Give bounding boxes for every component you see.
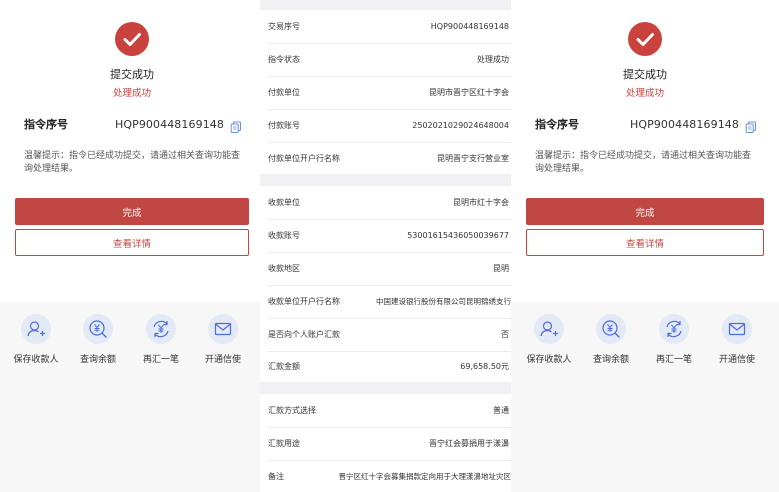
- payee-group: 收款单位 昆明市红十字会 收款账号 53001615436050039677 收款地…: [260, 186, 517, 382]
- detail-row: 付款单位 昆明市晋宁区红十字会: [260, 76, 517, 109]
- quick-actions: 保存收款人 查询余额 再汇一笔 开通信使: [511, 302, 779, 492]
- detail-row: 汇款金额 69,658.50元: [260, 351, 517, 382]
- yen-refresh-icon: [659, 314, 689, 344]
- instruction-seq-row: 指令序号 HQP900448169148: [535, 114, 757, 134]
- done-button[interactable]: 完成: [526, 198, 764, 225]
- mail-icon: [722, 314, 752, 344]
- action-label: 开通信使: [204, 355, 241, 365]
- success-card: 提交成功 处理成功 指令序号 HQP900448169148 温馨提示：指令已经…: [511, 0, 779, 302]
- row-label: 指令状态: [268, 55, 300, 64]
- row-value: 53001615436050039677: [407, 231, 509, 240]
- row-label: 收款单位: [268, 198, 300, 207]
- row-label: 付款单位开户行名称: [268, 153, 340, 163]
- success-status: 处理成功: [625, 88, 664, 99]
- yen-search-icon: [83, 314, 113, 344]
- seq-value: HQP900448169148: [629, 117, 739, 131]
- row-label: 汇款方式选择: [268, 406, 316, 415]
- row-value: 处理成功: [477, 55, 509, 64]
- row-value: 昆明: [493, 264, 509, 273]
- success-check-icon: [628, 22, 662, 56]
- row-value: 2502021029024648004: [412, 121, 509, 130]
- detail-row: 指令状态 处理成功: [260, 43, 517, 76]
- yen-search-icon: [596, 314, 626, 344]
- done-button[interactable]: 完成: [15, 198, 249, 225]
- action-label: 查询余额: [592, 355, 629, 365]
- row-value: 晋宁红会募捐用于漾濞: [429, 439, 509, 448]
- instruction-seq-row: 指令序号 HQP900448169148: [24, 114, 242, 134]
- left-success-panel: 提交成功 处理成功 指令序号 HQP900448169148 温馨提示：指令已经…: [0, 0, 264, 492]
- row-label: 付款单位: [268, 88, 300, 97]
- mail-icon: [208, 314, 238, 344]
- detail-row: 付款账号 2502021029024648004: [260, 109, 517, 142]
- action-label: 保存收款人: [526, 355, 572, 365]
- row-value: 昆明市红十字会: [453, 198, 509, 207]
- detail-row: 收款单位 昆明市红十字会: [260, 186, 517, 219]
- detail-row: 是否向个人账户汇款 否: [260, 318, 517, 351]
- row-value: 昆明晋宁支行营业室: [437, 153, 509, 163]
- action-label: 再汇一笔: [655, 355, 692, 365]
- row-value: 69,658.50元: [460, 362, 509, 371]
- yen-refresh-icon: [146, 314, 176, 344]
- detail-row: 付款单位开户行名称 昆明晋宁支行营业室: [260, 142, 517, 174]
- success-card: 提交成功 处理成功 指令序号 HQP900448169148 温馨提示：指令已经…: [0, 0, 264, 302]
- detail-row: 收款单位开户行名称 中国建设银行股份有限公司昆明锦绣支行: [260, 285, 517, 318]
- row-value: 昆明市晋宁区红十字会: [429, 88, 509, 97]
- detail-row: 交易序号 HQP900448169148: [260, 10, 517, 43]
- add-user-icon: [534, 314, 564, 344]
- view-detail-button[interactable]: 查看详情: [15, 229, 249, 256]
- row-label: 收款单位开户行名称: [268, 297, 340, 306]
- row-label: 付款账号: [268, 121, 300, 130]
- row-value: HQP900448169148: [430, 22, 509, 31]
- transfer-detail-panel: 交易序号 HQP900448169148 指令状态 处理成功 付款单位 昆明市晋宁区红…: [260, 0, 517, 492]
- remittance-group: 汇款方式选择 普通 汇款用途 晋宁红会募捐用于漾濞 备注 晋宁区红十字会募集捐款定向用…: [260, 394, 517, 492]
- success-title: 提交成功: [110, 68, 154, 81]
- row-value: 晋宁区红十字会募集捐款定向用于大理漾濞地址灾区: [338, 471, 512, 481]
- seq-label: 指令序号: [24, 118, 68, 131]
- action-enable-messenger[interactable]: 开通信使: [193, 314, 253, 365]
- payer-group: 交易序号 HQP900448169148 指令状态 处理成功 付款单位 昆明市晋宁区红…: [260, 10, 517, 174]
- action-save-payee[interactable]: 保存收款人: [6, 314, 66, 365]
- row-label: 汇款金额: [268, 362, 300, 371]
- detail-row: 备注 晋宁区红十字会募集捐款定向用于大理漾濞地址灾区: [260, 460, 517, 492]
- success-title: 提交成功: [623, 68, 667, 81]
- success-status: 处理成功: [112, 88, 151, 99]
- action-save-payee[interactable]: 保存收款人: [519, 314, 579, 365]
- tip-text: 温馨提示：指令已经成功提交，请通过相关查询功能查询处理结果。: [24, 151, 241, 174]
- action-label: 开通信使: [718, 355, 755, 365]
- success-check-icon: [115, 22, 149, 56]
- action-remit-again[interactable]: 再汇一笔: [131, 314, 191, 365]
- detail-row: 收款地区 昆明: [260, 252, 517, 285]
- copy-icon[interactable]: [230, 118, 242, 133]
- action-check-balance[interactable]: 查询余额: [581, 314, 641, 365]
- action-remit-again[interactable]: 再汇一笔: [644, 314, 704, 365]
- row-label: 汇款用途: [268, 439, 300, 448]
- row-label: 是否向个人账户汇款: [268, 330, 340, 339]
- row-label: 收款账号: [268, 231, 300, 240]
- action-label: 保存收款人: [13, 355, 59, 365]
- detail-row: 收款账号 53001615436050039677: [260, 219, 517, 252]
- row-label: 备注: [268, 471, 284, 481]
- view-detail-button[interactable]: 查看详情: [526, 229, 764, 256]
- quick-actions: 保存收款人 查询余额 再汇一笔 开通信使: [0, 302, 264, 492]
- right-success-panel: 提交成功 处理成功 指令序号 HQP900448169148 温馨提示：指令已经…: [511, 0, 779, 492]
- seq-value: HQP900448169148: [114, 117, 224, 131]
- row-value: 普通: [493, 406, 509, 415]
- row-value: 中国建设银行股份有限公司昆明锦绣支行: [376, 297, 511, 306]
- row-value: 否: [501, 330, 509, 339]
- copy-icon[interactable]: [745, 118, 757, 133]
- seq-label: 指令序号: [535, 118, 579, 131]
- action-enable-messenger[interactable]: 开通信使: [707, 314, 767, 365]
- detail-row: 汇款方式选择 普通: [260, 394, 517, 427]
- row-label: 收款地区: [268, 264, 300, 273]
- tip-text: 温馨提示：指令已经成功提交，请通过相关查询功能查询处理结果。: [535, 151, 752, 174]
- row-label: 交易序号: [268, 22, 300, 31]
- action-label: 再汇一笔: [142, 355, 179, 365]
- action-label: 查询余额: [79, 355, 116, 365]
- action-check-balance[interactable]: 查询余额: [68, 314, 128, 365]
- add-user-icon: [21, 314, 51, 344]
- detail-row: 汇款用途 晋宁红会募捐用于漾濞: [260, 427, 517, 460]
